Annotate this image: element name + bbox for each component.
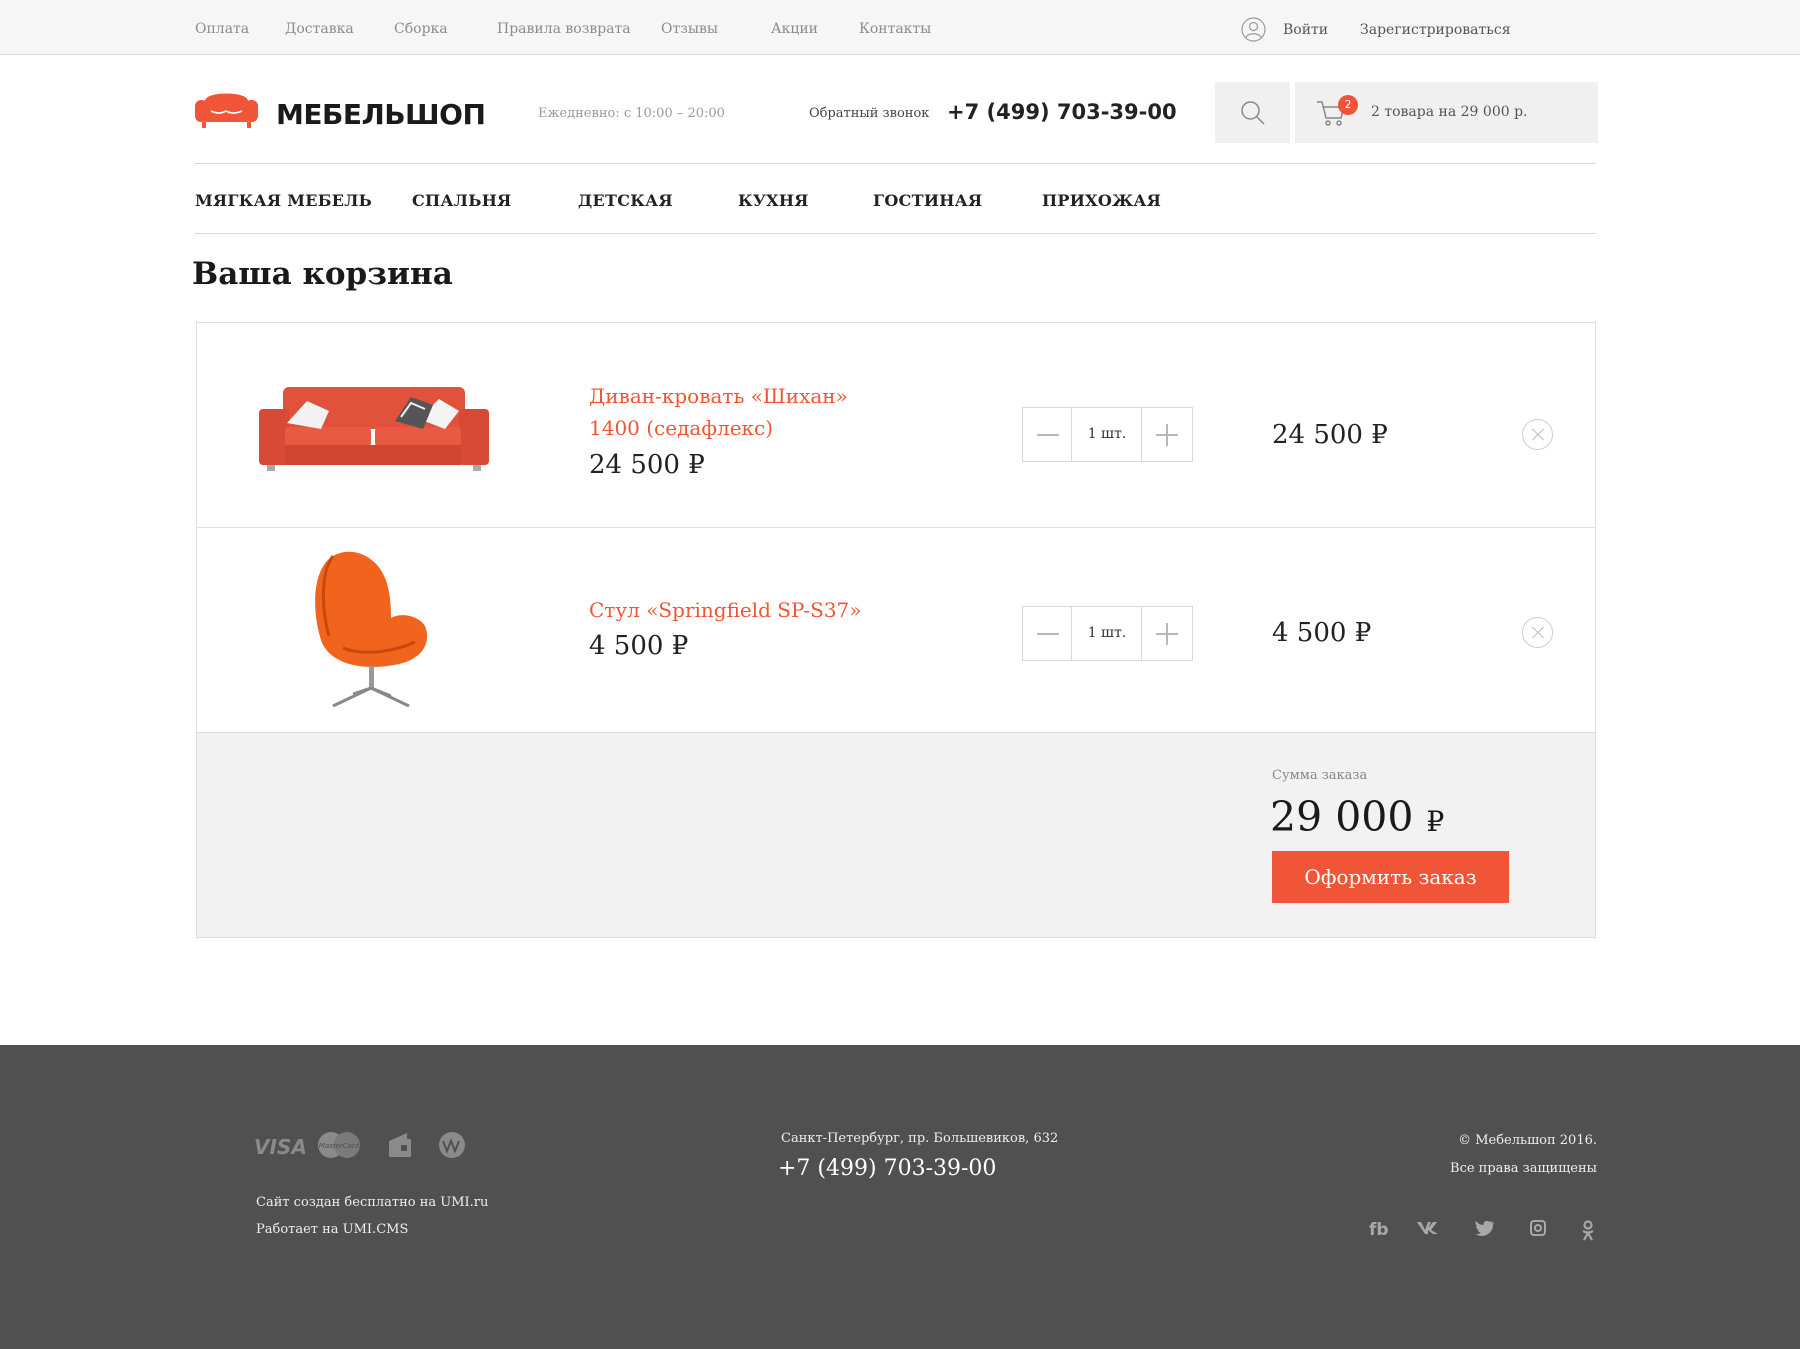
user-icon[interactable] xyxy=(1241,17,1266,42)
sofa-logo-icon[interactable] xyxy=(195,87,258,130)
footer-credit-cms[interactable]: Работает на UMI.CMS xyxy=(256,1222,408,1237)
footer-credit-umi[interactable]: Сайт создан бесплатно на UMI.ru xyxy=(256,1195,488,1210)
quantity-increase-button[interactable] xyxy=(1141,408,1192,461)
footer-rights: Все права защищены xyxy=(1450,1161,1597,1176)
header-phone[interactable]: +7 (499) 703-39-00 xyxy=(947,100,1177,124)
facebook-icon[interactable]: fb xyxy=(1369,1220,1389,1240)
footer: VISA MasterCard Сайт создан бесплатно на… xyxy=(0,1045,1800,1349)
webmoney-icon xyxy=(438,1131,466,1163)
header: МЕБЕЛЬШОП Ежедневно: с 10:00 – 20:00 Обр… xyxy=(0,56,1800,164)
working-hours: Ежедневно: с 10:00 – 20:00 xyxy=(538,106,725,121)
order-sum-value: 29 000 ₽ xyxy=(1270,793,1444,841)
sofa-product-image[interactable] xyxy=(255,383,493,473)
footer-address: Санкт-Петербург, пр. Большевиков, 632 xyxy=(781,1131,1059,1146)
quantity-value[interactable]: 1 шт. xyxy=(1072,607,1142,660)
nav-item-bedroom[interactable]: СПАЛЬНЯ xyxy=(412,191,512,210)
cart-summary: 2 товара на 29 000 р. xyxy=(1371,104,1528,120)
search-button[interactable] xyxy=(1215,82,1290,143)
instagram-icon[interactable] xyxy=(1530,1220,1546,1241)
product-name[interactable]: Диван-кровать «Шихан» 1400 (седафлекс) xyxy=(589,380,869,444)
callback-link[interactable]: Обратный звонок xyxy=(809,106,929,121)
footer-phone[interactable]: +7 (499) 703-39-00 xyxy=(778,1156,996,1181)
top-link-returns[interactable]: Правила возврата xyxy=(497,21,631,37)
remove-item-icon[interactable] xyxy=(1522,419,1553,450)
nav-item-kids[interactable]: ДЕТСКАЯ xyxy=(578,191,673,210)
egg-chair-product-image[interactable] xyxy=(303,548,439,710)
nav-item-kitchen[interactable]: КУХНЯ xyxy=(738,191,809,210)
login-link[interactable]: Войти xyxy=(1283,22,1328,38)
product-unit-price: 24 500 ₽ xyxy=(589,450,705,480)
cart-count-badge: 2 xyxy=(1338,95,1358,115)
cart-table: Диван-кровать «Шихан» 1400 (седафлекс) 2… xyxy=(196,322,1596,938)
order-summary: Сумма заказа 29 000 ₽ Оформить заказ xyxy=(197,733,1595,937)
quantity-decrease-button[interactable] xyxy=(1023,607,1072,660)
quantity-value[interactable]: 1 шт. xyxy=(1072,408,1142,461)
currency-symbol: ₽ xyxy=(1426,805,1445,838)
mastercard-icon: MasterCard xyxy=(316,1131,362,1163)
nav-item-upholstered[interactable]: МЯГКАЯ МЕБЕЛЬ xyxy=(195,191,372,210)
row-total: 24 500 ₽ xyxy=(1272,420,1388,450)
top-bar: Оплата Доставка Сборка Правила возврата … xyxy=(0,0,1800,55)
top-link-contacts[interactable]: Контакты xyxy=(859,21,931,37)
cart-row: Диван-кровать «Шихан» 1400 (седафлекс) 2… xyxy=(197,323,1595,528)
order-sum-amount: 29 000 xyxy=(1270,793,1414,841)
mini-cart[interactable]: 2 2 товара на 29 000 р. xyxy=(1295,82,1598,143)
order-sum-label: Сумма заказа xyxy=(1272,768,1368,783)
row-total: 4 500 ₽ xyxy=(1272,618,1372,648)
top-link-assembly[interactable]: Сборка xyxy=(394,21,448,37)
category-nav: МЯГКАЯ МЕБЕЛЬ СПАЛЬНЯ ДЕТСКАЯ КУХНЯ ГОСТ… xyxy=(195,163,1596,234)
remove-item-icon[interactable] xyxy=(1522,617,1553,648)
quantity-stepper: 1 шт. xyxy=(1022,606,1193,661)
top-link-delivery[interactable]: Доставка xyxy=(285,21,354,37)
product-unit-price: 4 500 ₽ xyxy=(589,631,689,661)
logo-text[interactable]: МЕБЕЛЬШОП xyxy=(276,98,486,131)
top-link-reviews[interactable]: Отзывы xyxy=(661,21,718,37)
top-link-payment[interactable]: Оплата xyxy=(195,21,249,37)
checkout-button[interactable]: Оформить заказ xyxy=(1272,851,1509,903)
quantity-increase-button[interactable] xyxy=(1141,607,1192,660)
mastercard-text: MasterCard xyxy=(319,1142,360,1150)
cart-row: Стул «Springfield SP-S37» 4 500 ₽ 1 шт. … xyxy=(197,528,1595,733)
page-title: Ваша корзина xyxy=(192,256,453,292)
quantity-stepper: 1 шт. xyxy=(1022,407,1193,462)
search-icon xyxy=(1241,101,1265,125)
top-link-promo[interactable]: Акции xyxy=(771,21,818,37)
yandex-money-icon xyxy=(387,1131,413,1163)
visa-icon: VISA xyxy=(254,1135,307,1159)
footer-copyright: © Мебельшоп 2016. xyxy=(1458,1133,1597,1148)
twitter-icon[interactable] xyxy=(1475,1220,1495,1241)
vk-icon[interactable] xyxy=(1416,1220,1440,1241)
nav-item-living-room[interactable]: ГОСТИНАЯ xyxy=(873,191,982,210)
quantity-decrease-button[interactable] xyxy=(1023,408,1072,461)
nav-item-hallway[interactable]: ПРИХОЖАЯ xyxy=(1042,191,1161,210)
register-link[interactable]: Зарегистрироваться xyxy=(1360,22,1511,38)
odnoklassniki-icon[interactable] xyxy=(1581,1220,1595,1247)
product-name[interactable]: Стул «Springfield SP-S37» xyxy=(589,594,869,626)
